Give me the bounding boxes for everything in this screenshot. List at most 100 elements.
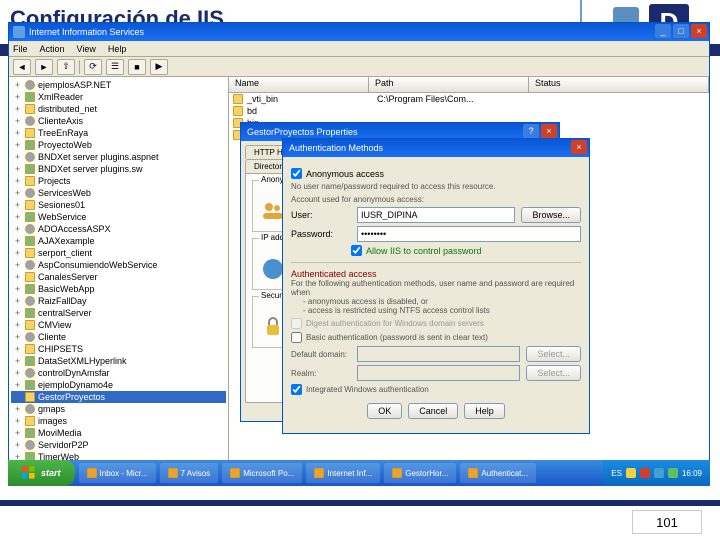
help-button[interactable]: ? bbox=[523, 124, 539, 138]
close-button[interactable]: × bbox=[691, 24, 707, 38]
minimize-button[interactable]: _ bbox=[655, 24, 671, 38]
user-field[interactable] bbox=[357, 207, 515, 223]
tree-item[interactable]: +ADOAccessASPX bbox=[11, 223, 226, 235]
tray-icon[interactable] bbox=[626, 468, 636, 478]
tree-item[interactable]: +Cliente bbox=[11, 331, 226, 343]
task-item[interactable]: GestorHor... bbox=[384, 463, 456, 483]
tree-item[interactable]: +Sesiones01 bbox=[11, 199, 226, 211]
tree-item[interactable]: +TreeEnRaya bbox=[11, 127, 226, 139]
default-domain-label: Default domain: bbox=[291, 350, 351, 359]
tree-item[interactable]: +MoviMedia bbox=[11, 427, 226, 439]
tray-icon[interactable] bbox=[654, 468, 664, 478]
tree-item[interactable]: +BNDXet server plugins.sw bbox=[11, 163, 226, 175]
menubar: File Action View Help bbox=[9, 41, 709, 57]
tree-item[interactable]: +AJAXexample bbox=[11, 235, 226, 247]
tree-item[interactable]: +AspConsumiendoWebService bbox=[11, 259, 226, 271]
tree-pane[interactable]: +ejemplosASP.NET+XmlReader+distributed_n… bbox=[9, 77, 229, 471]
menu-action[interactable]: Action bbox=[40, 44, 65, 54]
allow-iis-checkbox[interactable] bbox=[351, 245, 362, 256]
user-label: User: bbox=[291, 210, 351, 220]
start-label: start bbox=[41, 468, 61, 478]
stop-button[interactable]: ■ bbox=[128, 59, 146, 75]
task-item[interactable]: Internet Inf... bbox=[306, 463, 380, 483]
tree-item[interactable]: +distributed_net bbox=[11, 103, 226, 115]
menu-view[interactable]: View bbox=[77, 44, 96, 54]
refresh-button[interactable]: ⟳ bbox=[84, 59, 102, 75]
menu-help[interactable]: Help bbox=[108, 44, 127, 54]
tree-item[interactable]: +WebService bbox=[11, 211, 226, 223]
task-item[interactable]: Authenticat... bbox=[460, 463, 536, 483]
cancel-button[interactable]: Cancel bbox=[408, 403, 458, 419]
auth-titlebar[interactable]: Authentication Methods × bbox=[283, 139, 589, 157]
props-button[interactable]: ☰ bbox=[106, 59, 124, 75]
integrated-checkbox[interactable] bbox=[291, 384, 302, 395]
col-status[interactable]: Status bbox=[529, 77, 709, 92]
list-item[interactable]: bd bbox=[229, 105, 709, 117]
forward-button[interactable]: ► bbox=[35, 59, 53, 75]
task-item[interactable]: Inbox - Micr... bbox=[79, 463, 156, 483]
tray-icon[interactable] bbox=[640, 468, 650, 478]
realm-label: Realm: bbox=[291, 369, 351, 378]
tree-item[interactable]: +ProyectoWeb bbox=[11, 139, 226, 151]
tree-item[interactable]: +Projects bbox=[11, 175, 226, 187]
allow-iis-label: Allow IIS to control password bbox=[366, 246, 482, 256]
tree-item[interactable]: +ejemplosASP.NET bbox=[11, 79, 226, 91]
tree-item[interactable]: +ejemploDynamo4e bbox=[11, 379, 226, 391]
task-item[interactable]: Microsoft Po... bbox=[222, 463, 302, 483]
start-button[interactable]: start bbox=[8, 460, 75, 486]
auth-dialog[interactable]: Authentication Methods × Anonymous acces… bbox=[282, 138, 590, 434]
iis-app-icon bbox=[13, 26, 25, 38]
system-tray[interactable]: ES 16:09 bbox=[603, 460, 710, 486]
tree-item[interactable]: +BasicWebApp bbox=[11, 283, 226, 295]
tree-item[interactable]: +CMView bbox=[11, 319, 226, 331]
tree-item[interactable]: +gmaps bbox=[11, 403, 226, 415]
digest-checkbox bbox=[291, 318, 302, 329]
close-button[interactable]: × bbox=[571, 140, 587, 154]
clock[interactable]: 16:09 bbox=[682, 469, 702, 478]
authacc-desc: For the following authentication methods… bbox=[291, 279, 581, 297]
close-button[interactable]: × bbox=[541, 124, 557, 138]
tree-item[interactable]: +CHIPSETS bbox=[11, 343, 226, 355]
toolbar: ◄ ► ⇧ ⟳ ☰ ■ ▶ bbox=[9, 57, 709, 77]
password-field[interactable] bbox=[357, 226, 581, 242]
tree-item[interactable]: +BNDXet server plugins.aspnet bbox=[11, 151, 226, 163]
tree-item[interactable]: +CanalesServer bbox=[11, 271, 226, 283]
list-header[interactable]: Name Path Status bbox=[229, 77, 709, 93]
tree-item[interactable]: +controlDynAmsfar bbox=[11, 367, 226, 379]
tree-item[interactable]: +RaizFallDay bbox=[11, 295, 226, 307]
help-button[interactable]: Help bbox=[464, 403, 505, 419]
browse-button[interactable]: Browse... bbox=[521, 207, 581, 223]
lang-indicator[interactable]: ES bbox=[611, 469, 622, 478]
col-path[interactable]: Path bbox=[369, 77, 529, 92]
list-item[interactable]: _vti_binC:\Program Files\Com... bbox=[229, 93, 709, 105]
col-name[interactable]: Name bbox=[229, 77, 369, 92]
iis-titlebar[interactable]: Internet Information Services _ □ × bbox=[9, 23, 709, 41]
play-button[interactable]: ▶ bbox=[150, 59, 168, 75]
auth-title-text: Authentication Methods bbox=[289, 143, 383, 153]
tree-item[interactable]: +ClienteAxis bbox=[11, 115, 226, 127]
properties-title: GestorProyectos Properties bbox=[247, 127, 358, 137]
tree-item[interactable]: +centralServer bbox=[11, 307, 226, 319]
tree-item[interactable]: +ServidorP2P bbox=[11, 439, 226, 451]
tree-item[interactable]: +ServicesWeb bbox=[11, 187, 226, 199]
tree-item[interactable]: +images bbox=[11, 415, 226, 427]
default-domain-field bbox=[357, 346, 520, 362]
page-number: 101 bbox=[632, 510, 702, 534]
authacc-title: Authenticated access bbox=[291, 269, 581, 279]
windows-logo-icon bbox=[22, 466, 36, 480]
basic-checkbox[interactable] bbox=[291, 332, 302, 343]
maximize-button[interactable]: □ bbox=[673, 24, 689, 38]
back-button[interactable]: ◄ bbox=[13, 59, 31, 75]
account-label: Account used for anonymous access: bbox=[291, 195, 581, 204]
tray-icon[interactable] bbox=[668, 468, 678, 478]
tree-item[interactable]: +GestorProyectos bbox=[11, 391, 226, 403]
up-button[interactable]: ⇧ bbox=[57, 59, 75, 75]
ok-button[interactable]: OK bbox=[367, 403, 402, 419]
anon-access-checkbox[interactable] bbox=[291, 168, 302, 179]
task-item[interactable]: 7 Avisos bbox=[160, 463, 219, 483]
tree-item[interactable]: +XmlReader bbox=[11, 91, 226, 103]
integrated-label: Integrated Windows authentication bbox=[306, 385, 429, 394]
menu-file[interactable]: File bbox=[13, 44, 28, 54]
tree-item[interactable]: +serport_client bbox=[11, 247, 226, 259]
tree-item[interactable]: +DataSetXMLHyperlink bbox=[11, 355, 226, 367]
